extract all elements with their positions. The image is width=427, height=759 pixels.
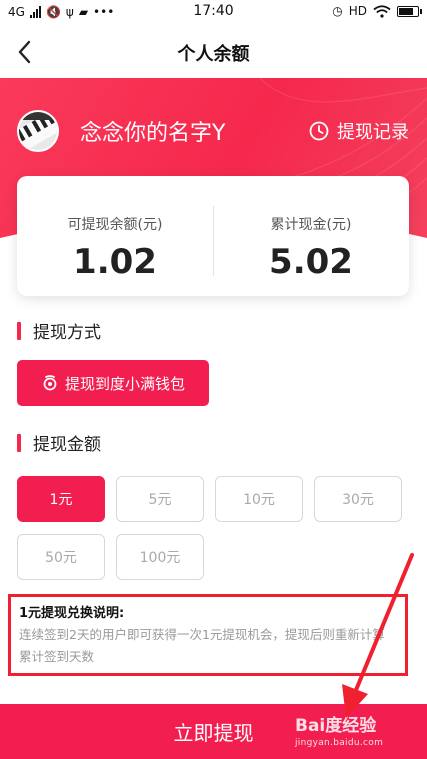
withdrawable-value: 1.02 — [73, 242, 157, 282]
wifi-icon — [373, 4, 391, 18]
amount-option-1[interactable]: 1元 — [17, 476, 105, 522]
withdrawable-label: 可提现余额(元) — [67, 217, 163, 233]
hd-badge: HD — [348, 4, 367, 18]
page-title: 个人余额 — [177, 44, 250, 65]
amount-title-text: 提现金额 — [33, 435, 101, 455]
amount-option-5[interactable]: 5元 — [116, 476, 204, 522]
avatar[interactable] — [17, 110, 59, 152]
amount-option-10[interactable]: 10元 — [215, 476, 303, 522]
wallet-logo-icon — [43, 375, 57, 391]
method-section-title: 提现方式 — [17, 318, 101, 343]
wallet-method-button[interactable]: 提现到度小满钱包 — [17, 360, 209, 406]
baidu-jingyan-watermark: Bai度经验 jingyan.baidu.com — [295, 711, 415, 753]
piano-keys-icon — [19, 112, 57, 150]
total-cash: 累计现金(元) 5.02 — [213, 176, 409, 296]
alarm-icon: ◷ — [332, 4, 343, 18]
nav-bar: 个人余额 — [0, 26, 427, 78]
status-right: ◷ HD — [332, 4, 422, 18]
battery-icon — [397, 5, 422, 17]
section-marker — [17, 433, 21, 452]
total-label: 累计现金(元) — [270, 217, 352, 233]
balance-card: 可提现余额(元) 1.02 累计现金(元) 5.02 — [17, 176, 409, 296]
instructions-title: 1元提现兑换说明: — [19, 606, 125, 621]
amount-option-50[interactable]: 50元 — [17, 534, 105, 580]
amount-option-30[interactable]: 30元 — [314, 476, 402, 522]
clock-icon — [309, 121, 329, 141]
withdraw-instructions: 1元提现兑换说明: 连续签到2天的用户即可获得一次1元提现机会，提现后则重新计算… — [8, 594, 408, 676]
total-value: 5.02 — [269, 242, 353, 282]
amount-option-100[interactable]: 100元 — [116, 534, 204, 580]
method-title-text: 提现方式 — [33, 323, 101, 343]
watermark-logo: Bai度经验 — [295, 716, 377, 736]
wallet-method-label: 提现到度小满钱包 — [64, 374, 185, 393]
watermark-url: jingyan.baidu.com — [295, 738, 384, 748]
withdraw-now-label: 立即提现 — [173, 721, 254, 745]
withdraw-history-link[interactable]: 提现记录 — [309, 118, 409, 144]
instructions-body: 连续签到2天的用户即可获得一次1元提现机会，提现后则重新计算累计签到天数 — [19, 627, 385, 664]
section-marker — [17, 321, 21, 340]
username: 念念你的名字Y — [80, 121, 226, 146]
amount-section-title: 提现金额 — [17, 430, 101, 455]
history-label: 提现记录 — [337, 122, 409, 143]
withdrawable-balance: 可提现余额(元) 1.02 — [17, 176, 213, 296]
status-bar: 4G 🔇 ψ ▰ ••• 17:40 ◷ HD — [0, 0, 427, 26]
